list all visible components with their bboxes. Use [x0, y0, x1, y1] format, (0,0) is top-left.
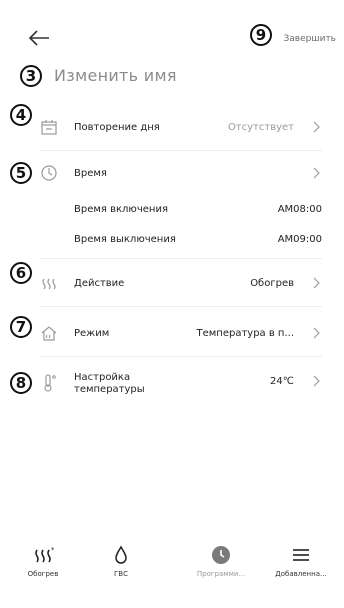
temperature-setting-label: Настройка температуры: [74, 372, 145, 395]
chevron-right-icon: [313, 375, 320, 387]
tab-heating[interactable]: * Обогрев: [8, 540, 78, 590]
time-label: Время: [74, 168, 107, 179]
edit-name-field[interactable]: Изменить имя: [54, 66, 177, 85]
menu-icon: [293, 549, 309, 561]
time-row[interactable]: Время: [40, 160, 322, 188]
mode-value: Температура в п...: [196, 328, 294, 339]
mode-label: Режим: [74, 328, 110, 339]
divider: [40, 356, 322, 357]
repeat-day-value: Отсутствует: [227, 122, 294, 133]
temperature-setting-row[interactable]: Настройка температуры 24℃: [40, 368, 322, 402]
annotation-badge-6: 6: [10, 262, 32, 284]
back-arrow-icon[interactable]: [28, 29, 50, 47]
annotation-badge-7: 7: [10, 316, 32, 338]
action-label: Действие: [74, 278, 125, 289]
on-time-value: AM08:00: [277, 204, 322, 215]
heating-icon: *: [35, 546, 54, 563]
clock-icon: [212, 546, 230, 564]
tab-program-label: Программи...: [196, 570, 246, 578]
off-time-label: Время выключения: [74, 234, 176, 245]
repeat-day-label: Повторение дня: [74, 122, 160, 133]
temperature-setting-value: 24℃: [270, 376, 294, 387]
thermometer-icon: [44, 374, 56, 392]
chevron-right-icon: [313, 121, 320, 133]
on-time-row[interactable]: Время включения AM08:00: [74, 200, 322, 220]
annotation-badge-9: 9: [250, 24, 272, 46]
on-time-label: Время включения: [74, 204, 168, 215]
repeat-day-row[interactable]: Повторение дня Отсутствует: [40, 114, 322, 142]
bottom-tab-bar: * Обогрев ГВС Программи... Добавленна...: [0, 540, 344, 590]
off-time-value: AM09:00: [277, 234, 322, 245]
water-drop-icon: [115, 545, 127, 564]
annotation-badge-8: 8: [10, 372, 32, 394]
tab-added-label: Добавленна...: [275, 570, 327, 578]
annotation-badge-3: 3: [20, 65, 42, 87]
divider: [40, 150, 322, 151]
tab-added[interactable]: Добавленна...: [266, 540, 336, 590]
tab-heating-label: Обогрев: [27, 570, 59, 578]
tab-hot-water-label: ГВС: [114, 570, 128, 578]
mode-row[interactable]: Режим Температура в п...: [40, 320, 322, 348]
chevron-right-icon: [313, 167, 320, 179]
annotation-badge-5: 5: [10, 162, 32, 184]
divider: [40, 306, 322, 307]
clock-icon: [41, 165, 57, 181]
action-row[interactable]: Действие Обогрев: [40, 270, 322, 298]
chevron-right-icon: [313, 277, 320, 289]
divider: [40, 258, 322, 259]
tab-program[interactable]: Программи...: [186, 540, 256, 590]
off-time-row[interactable]: Время выключения AM09:00: [74, 230, 322, 250]
house-temperature-icon: [41, 326, 57, 341]
heating-icon: [42, 278, 56, 290]
finish-button[interactable]: Завершить: [284, 34, 336, 44]
tab-hot-water[interactable]: ГВС: [86, 540, 156, 590]
calendar-icon: [41, 120, 57, 135]
svg-text:*: *: [51, 546, 54, 554]
action-value: Обогрев: [250, 278, 294, 289]
annotation-badge-4: 4: [10, 104, 32, 126]
chevron-right-icon: [313, 327, 320, 339]
